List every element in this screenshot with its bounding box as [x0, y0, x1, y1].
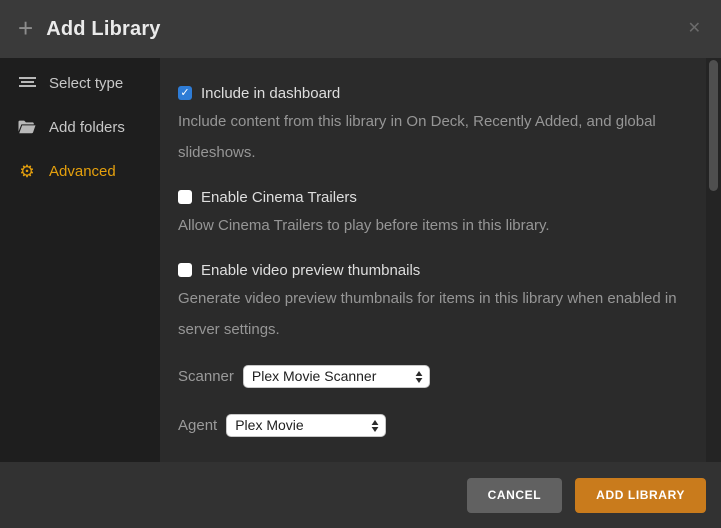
- scanner-row: Scanner Plex Movie Scanner: [178, 365, 691, 388]
- agent-row: Agent Plex Movie: [178, 414, 691, 437]
- agent-select[interactable]: Plex Movie: [226, 414, 386, 437]
- advanced-settings-panel: Include in dashboard Include content fro…: [160, 58, 721, 462]
- agent-label: Agent: [178, 417, 217, 434]
- scanner-label: Scanner: [178, 368, 234, 385]
- checkbox-label: Include in dashboard: [201, 85, 340, 102]
- include-in-dashboard-checkbox[interactable]: [178, 86, 192, 100]
- enable-cinema-trailers-checkbox[interactable]: [178, 190, 192, 204]
- sidebar-item-label: Add folders: [49, 119, 125, 136]
- sidebar-item-select-type[interactable]: Select type: [0, 61, 160, 105]
- list-icon: [18, 75, 36, 91]
- dialog-title: Add Library: [46, 18, 160, 41]
- sidebar-item-label: Advanced: [49, 163, 116, 180]
- sidebar-item-advanced[interactable]: ⚙ Advanced: [0, 149, 160, 193]
- enable-video-preview-thumbnails-checkbox[interactable]: [178, 263, 192, 277]
- cancel-button[interactable]: CANCEL: [467, 478, 563, 513]
- setting-video-preview-thumbnails: Enable video preview thumbnails Generate…: [178, 261, 691, 345]
- dialog-header: + Add Library ✕: [0, 0, 721, 58]
- close-icon[interactable]: ✕: [688, 21, 701, 37]
- sidebar-item-add-folders[interactable]: Add folders: [0, 105, 160, 149]
- scrollbar-track[interactable]: [706, 58, 721, 462]
- setting-description: Include content from this library in On …: [178, 106, 691, 168]
- setting-cinema-trailers: Enable Cinema Trailers Allow Cinema Trai…: [178, 188, 691, 241]
- checkbox-label: Enable video preview thumbnails: [201, 262, 420, 279]
- add-library-button[interactable]: ADD LIBRARY: [575, 478, 706, 513]
- add-library-dialog: + Add Library ✕ Select type Add fold: [0, 0, 721, 528]
- dialog-footer: CANCEL ADD LIBRARY: [0, 462, 721, 528]
- scanner-select[interactable]: Plex Movie Scanner: [243, 365, 430, 388]
- plus-icon: +: [18, 15, 33, 41]
- dialog-sidebar: Select type Add folders ⚙ Advanced: [0, 58, 160, 462]
- sidebar-item-label: Select type: [49, 75, 123, 92]
- gear-icon: ⚙: [18, 163, 36, 179]
- setting-description: Generate video preview thumbnails for it…: [178, 283, 691, 345]
- setting-include-in-dashboard: Include in dashboard Include content fro…: [178, 84, 691, 168]
- folder-icon: [18, 119, 36, 135]
- setting-description: Allow Cinema Trailers to play before ite…: [178, 210, 691, 241]
- checkbox-label: Enable Cinema Trailers: [201, 189, 357, 206]
- scrollbar-thumb[interactable]: [709, 60, 718, 191]
